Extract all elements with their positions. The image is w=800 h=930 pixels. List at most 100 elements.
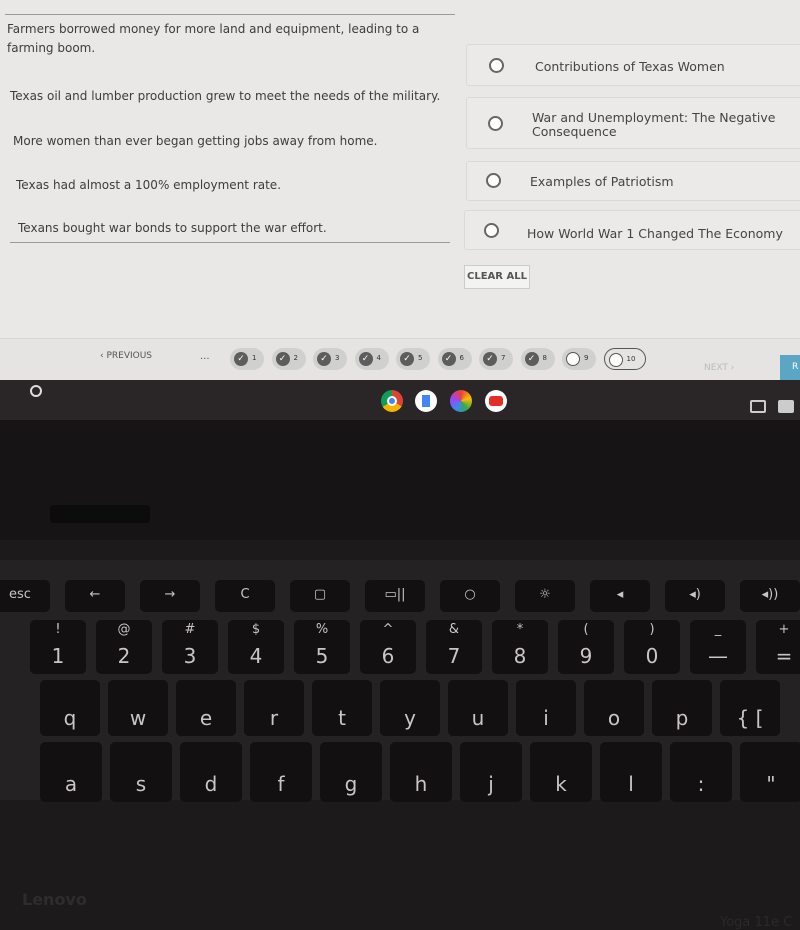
key-9[interactable]: (9: [558, 620, 614, 674]
clear-all-button[interactable]: CLEAR ALL: [464, 265, 530, 289]
key-shift-label: *: [516, 622, 524, 637]
chrome-icon[interactable]: [381, 390, 403, 412]
key-3[interactable]: #3: [162, 620, 218, 674]
launcher-icon[interactable]: [30, 385, 42, 397]
key-9-a-row[interactable]: :: [670, 742, 732, 802]
key-5-a-row[interactable]: h: [390, 742, 452, 802]
key-label: w: [129, 706, 147, 730]
statement-5[interactable]: Texans bought war bonds to support the w…: [18, 219, 327, 238]
key-fn-10[interactable]: ◂)): [740, 580, 800, 612]
key-label: —: [708, 644, 728, 668]
key-3-q-row[interactable]: r: [244, 680, 304, 736]
option-1[interactable]: Contributions of Texas Women: [466, 44, 800, 86]
key-5[interactable]: % 5: [294, 620, 350, 674]
key-4[interactable]: $4: [228, 620, 284, 674]
key-6-q-row[interactable]: u: [448, 680, 508, 736]
key-fn-8[interactable]: ◂: [590, 580, 650, 612]
key-label: f: [277, 772, 285, 796]
page-3-button[interactable]: ✓ 3: [313, 348, 347, 370]
key-fn-6[interactable]: ○: [440, 580, 500, 612]
page-8-button[interactable]: ✓ 8: [520, 348, 555, 370]
photos-icon[interactable]: [450, 390, 472, 412]
radio-button[interactable]: [486, 173, 501, 188]
key-shift-label: @: [117, 622, 131, 637]
key-fn-9[interactable]: ◂): [665, 580, 725, 612]
next-button[interactable]: NEXT ›: [704, 363, 734, 373]
key-0[interactable]: ) 0: [624, 620, 680, 674]
tray-icon[interactable]: [778, 400, 794, 413]
statement-2[interactable]: Texas oil and lumber production grew to …: [10, 87, 440, 106]
key-7[interactable]: & 7: [426, 620, 482, 674]
key-label: t: [338, 706, 346, 730]
key-2-q-row[interactable]: e: [176, 680, 236, 736]
key-10-a-row[interactable]: ": [740, 742, 800, 802]
page-5-button[interactable]: ✓ 5: [396, 348, 430, 370]
key-4-q-row[interactable]: t: [312, 680, 372, 736]
key-label: ☼: [539, 587, 551, 602]
previous-button[interactable]: ‹ PREVIOUS: [100, 351, 152, 361]
key-9-q-row[interactable]: p: [652, 680, 712, 736]
check-icon: ✓: [317, 352, 331, 366]
key-label: e: [199, 706, 213, 730]
statement-4[interactable]: Texas had almost a 100% employment rate.: [16, 176, 281, 195]
key-6[interactable]: ^ 6: [360, 620, 416, 674]
key-0-a-row[interactable]: a: [40, 742, 102, 802]
key-8-a-row[interactable]: l: [600, 742, 662, 802]
radio-button[interactable]: [484, 223, 499, 238]
key-7-a-row[interactable]: k: [530, 742, 592, 802]
key-4-a-row[interactable]: g: [320, 742, 382, 802]
ellipsis[interactable]: ...: [200, 351, 210, 362]
key-2-a-row[interactable]: d: [180, 742, 242, 802]
key-fn-5[interactable]: ▭||: [365, 580, 425, 612]
radio-button[interactable]: [489, 58, 504, 73]
page-1-button[interactable]: ✓ 1: [230, 348, 264, 370]
key-3-a-row[interactable]: f: [250, 742, 312, 802]
page-number: 9: [584, 354, 589, 362]
review-button[interactable]: R: [780, 355, 800, 381]
page-9-button[interactable]: 9: [562, 348, 596, 370]
key-7-q-row[interactable]: i: [516, 680, 576, 736]
key-fn-1[interactable]: ←: [65, 580, 125, 612]
key-shift-label: $: [251, 622, 261, 637]
key-1-q-row[interactable]: w: [108, 680, 168, 736]
key-=[interactable]: + =: [756, 620, 800, 674]
option-3[interactable]: Examples of Patriotism: [466, 161, 800, 201]
key-10-q-row[interactable]: { [: [720, 680, 780, 736]
key-0-q-row[interactable]: q: [40, 680, 100, 736]
key-1-a-row[interactable]: s: [110, 742, 172, 802]
key-label: y: [404, 706, 416, 730]
key-—[interactable]: _ —: [690, 620, 746, 674]
radio-button[interactable]: [488, 116, 503, 131]
key-fn-2[interactable]: →: [140, 580, 200, 612]
page-10-button[interactable]: 10: [603, 348, 646, 370]
key-8-q-row[interactable]: o: [584, 680, 644, 736]
youtube-icon[interactable]: [485, 390, 507, 412]
page-4-button[interactable]: ✓ 4: [354, 348, 389, 370]
key-fn-7[interactable]: ☼: [515, 580, 575, 612]
statement-3[interactable]: More women than ever began getting jobs …: [13, 132, 377, 151]
key-label: ◂)): [761, 587, 779, 602]
key-shift-label: _: [714, 622, 722, 637]
key-8[interactable]: * 8: [492, 620, 548, 674]
page-7-button[interactable]: ✓ 7: [479, 348, 513, 370]
key-6-a-row[interactable]: j: [460, 742, 522, 802]
model-label: Yoga 11e C: [720, 915, 793, 930]
docs-icon[interactable]: [415, 390, 437, 412]
key-label: g: [344, 772, 358, 796]
key-1[interactable]: ! 1: [30, 620, 86, 674]
key-fn-3[interactable]: C: [215, 580, 275, 612]
key-5-q-row[interactable]: y: [380, 680, 440, 736]
option-2[interactable]: War and Unemployment: The Negative Conse…: [466, 97, 800, 149]
page-6-button[interactable]: ✓ 6: [437, 348, 472, 370]
window-icon[interactable]: [750, 400, 766, 413]
key-label: ◂: [616, 587, 624, 602]
page-2-button[interactable]: ✓ 2: [271, 348, 306, 370]
statement-1[interactable]: Farmers borrowed money for more land and…: [7, 20, 457, 58]
key-label: l: [628, 772, 634, 796]
key-fn-0[interactable]: esc: [0, 580, 50, 612]
key-label: 0: [645, 644, 659, 668]
key-fn-4[interactable]: ▢: [290, 580, 350, 612]
option-4[interactable]: How World War 1 Changed The Economy: [464, 210, 800, 250]
keyboard: esc ← → C ▢ ▭|| ○ ☼ ◂ ◂) ◂))! 1 @2 #3 $4% 5 ^ 6 & 7 * 8(9) 0 _ —…: [0, 560, 800, 802]
key-2[interactable]: @2: [96, 620, 152, 674]
